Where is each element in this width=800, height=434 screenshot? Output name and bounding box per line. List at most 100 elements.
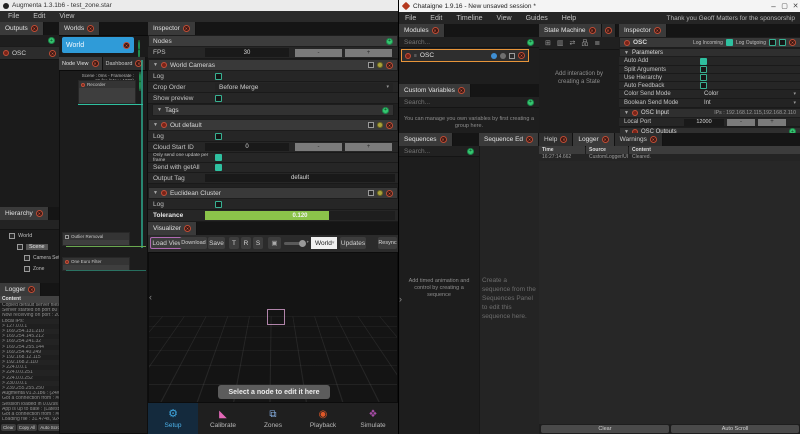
column-source[interactable]: Source [586,146,628,154]
zoom-slider-handle[interactable] [299,240,306,247]
tab-custom-variables[interactable]: Custom Variables [399,84,471,97]
download-button[interactable]: Download [180,237,207,249]
close-icon[interactable] [526,136,533,143]
fps-decrement[interactable]: - [295,49,342,57]
solo-icon[interactable] [368,62,374,68]
chevron-down-icon[interactable]: ▼ [153,190,158,196]
logger-auto-scroll-button[interactable]: Auto Scroll [671,425,799,433]
space-dropdown[interactable]: World [311,237,337,249]
local-port-decrement[interactable]: - [727,119,755,126]
menu-item[interactable]: File [8,13,19,20]
column-time[interactable]: Time [539,146,585,154]
grid-snap-icon[interactable]: ≣ [594,39,600,47]
log-incoming-checkbox[interactable] [726,39,733,46]
state-machine-body[interactable] [539,50,619,133]
enable-icon[interactable] [386,38,393,45]
resync-button[interactable]: Resync [378,237,397,249]
align-states-icon[interactable]: 品 [581,38,588,48]
close-icon[interactable] [654,27,661,34]
module-item-osc[interactable]: ≡ OSC [401,49,529,62]
node-one-euro-filter[interactable]: One Euro Filter [62,257,130,271]
close-icon[interactable] [650,136,657,143]
log-checkbox[interactable] [215,73,222,80]
rotate-button[interactable]: R [241,237,251,249]
tab-dashboard[interactable]: Dashboard [103,57,147,70]
log-outgoing-checkbox[interactable] [769,39,776,46]
logger-copy-all-button[interactable]: Copy All [17,424,38,431]
zone-outline[interactable] [267,309,285,325]
solo-icon[interactable] [368,122,374,128]
add-state-icon[interactable]: ⊞ [545,39,551,47]
chevron-down-icon[interactable]: ▼ [153,62,158,68]
close-icon[interactable] [184,225,191,232]
node-outlier-removal[interactable]: Outlier Removal [62,232,130,246]
add-sequence-icon[interactable] [467,148,474,155]
drag-handle-icon[interactable]: ≡ [414,53,417,59]
world-cameras-header[interactable]: ▼ World Cameras [148,59,398,71]
column-content[interactable]: Content [629,146,800,154]
local-port-value[interactable]: 12000 [684,119,724,126]
tree-node-icon[interactable] [17,244,23,250]
tab-inspector-augmenta[interactable]: Inspector [148,22,196,35]
parameters-header[interactable]: ▼ Parameters [619,48,800,57]
module-enabled-checkbox[interactable] [509,53,515,59]
close-icon[interactable] [386,62,393,69]
modules-search-row[interactable]: Search... [399,37,539,48]
crop-order-dropdown[interactable]: Before Merge [215,83,393,92]
tree-item-zone[interactable]: Zone [0,264,59,274]
world-item-selected[interactable]: World [62,37,134,53]
menu-item[interactable]: Help [562,15,576,22]
auto-feedback-checkbox[interactable] [700,82,707,89]
close-icon[interactable] [432,27,439,34]
tree-item-world[interactable]: World [0,231,59,241]
tab-zones[interactable]: ⧉ Zones [248,403,298,434]
only-send-checkbox[interactable] [215,154,222,161]
tab-logger-augmenta[interactable]: Logger [0,283,41,296]
extra-checkbox[interactable] [779,39,786,46]
log-checkbox[interactable] [215,133,222,140]
tab-simulate[interactable]: ❖ Simulate [348,403,398,434]
tab-node-view[interactable]: Node View [59,57,103,70]
save-button[interactable]: Save [208,237,225,249]
tab-worlds[interactable]: Worlds [59,22,100,35]
osc-inspector-header[interactable]: OSC Log Incoming Log Outgoing [619,37,800,48]
close-icon[interactable] [36,210,43,217]
close-icon[interactable] [605,27,612,34]
close-icon[interactable] [789,39,796,46]
send-getall-checkbox[interactable] [215,164,222,171]
chevron-down-icon[interactable]: ▼ [153,122,158,128]
close-icon[interactable] [602,136,609,143]
close-icon[interactable] [386,190,393,197]
fps-increment[interactable]: + [345,49,392,57]
scale-button[interactable]: S [253,237,263,249]
updates-button[interactable]: Updates [340,237,366,249]
custom-variables-search-row[interactable]: Search... [399,97,539,108]
hierarchy-search[interactable] [0,220,59,230]
tolerance-slider[interactable]: 0.120 [205,211,395,220]
output-tag-value[interactable]: default [205,174,395,182]
maximize-icon[interactable]: ▢ [779,2,790,10]
search-input[interactable]: Search... [404,148,467,155]
tab-hidden-panel[interactable] [602,24,616,37]
use-hierarchy-checkbox[interactable] [700,74,707,81]
menu-item[interactable]: Edit [430,15,442,22]
show-preview-checkbox[interactable] [215,95,222,102]
close-icon[interactable] [386,122,393,129]
close-icon[interactable] [440,136,447,143]
tab-calibrate[interactable]: ◣ Calibrate [198,403,248,434]
menu-item[interactable]: Edit [33,13,45,20]
close-window-icon[interactable]: ✕ [790,2,800,10]
cloud-start-increment[interactable]: + [345,143,392,151]
node-recorder[interactable]: Recorder [78,80,136,104]
close-icon[interactable] [458,87,465,94]
chevron-down-icon[interactable]: ▼ [624,50,629,56]
close-icon[interactable] [560,136,567,143]
logger-table-row[interactable]: 16:27:14.662 CustomLogger/UI Cleared. [539,154,800,161]
add-comment-icon[interactable]: ▥ [557,39,564,47]
add-transition-icon[interactable]: ⇄ [570,39,576,47]
add-variable-group-icon[interactable] [527,99,534,106]
tab-outputs[interactable]: Outputs [0,22,44,35]
euclidean-cluster-header[interactable]: ▼ Euclidean Cluster [148,187,398,199]
tab-logger-chataigne[interactable]: Logger [573,133,614,146]
translate-button[interactable]: T [229,237,239,249]
